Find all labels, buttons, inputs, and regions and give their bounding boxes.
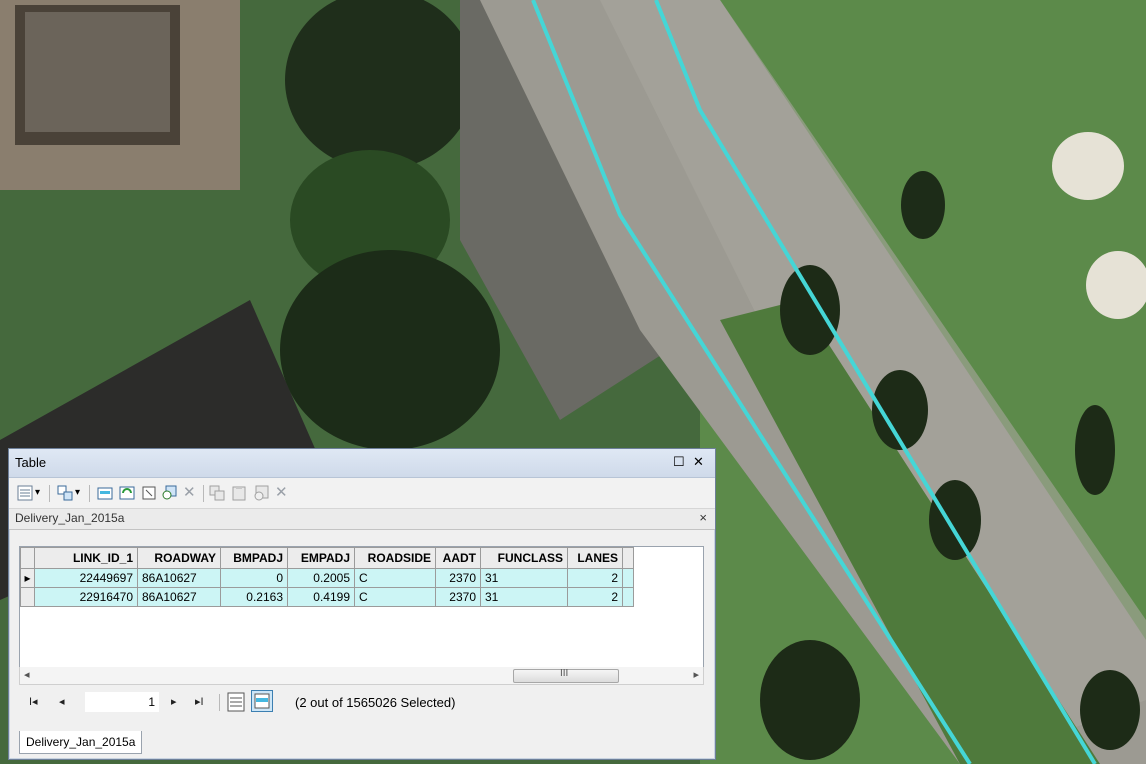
table-cell[interactable]: C xyxy=(354,568,436,588)
previous-record-icon[interactable]: ◂ xyxy=(59,695,65,708)
next-record-icon[interactable]: ▸ xyxy=(171,695,177,708)
select-by-attributes-icon[interactable] xyxy=(97,485,113,501)
attribute-table: LINK_ID_1 ROADWAY BMPADJ EMPADJ ROADSIDE… xyxy=(20,547,634,607)
paste-icon[interactable] xyxy=(231,485,247,501)
attribute-grid[interactable]: LINK_ID_1 ROADWAY BMPADJ EMPADJ ROADSIDE… xyxy=(19,546,704,669)
selection-status: (2 out of 1565026 Selected) xyxy=(295,695,456,710)
table-cell[interactable]: 0.2005 xyxy=(287,568,355,588)
table-cell[interactable] xyxy=(622,568,634,588)
copy-selected-icon[interactable] xyxy=(209,485,225,501)
table-cell[interactable]: 0.4199 xyxy=(287,587,355,607)
column-header[interactable]: BMPADJ xyxy=(220,547,288,569)
table-cell[interactable]: 86A10627 xyxy=(137,587,221,607)
table-cell[interactable]: 2 xyxy=(567,568,623,588)
title-bar[interactable]: Table ☐ ✕ xyxy=(9,449,715,478)
table-row[interactable]: 22916470 86A10627 0.2163 0.4199 C 2370 3… xyxy=(20,587,634,607)
column-header[interactable]: LANES xyxy=(567,547,623,569)
scroll-left-icon[interactable]: ◂ xyxy=(24,668,30,681)
table-tab[interactable]: Delivery_Jan_2015a xyxy=(19,731,143,754)
row-selector[interactable] xyxy=(20,587,35,607)
table-cell[interactable]: 0 xyxy=(220,568,288,588)
table-cell[interactable]: 86A10627 xyxy=(137,568,221,588)
attribute-table-window[interactable]: Table ☐ ✕ ▾ ▾ ✕ ✕ Delivery_Jan_2015a × L… xyxy=(8,448,716,760)
table-cell[interactable]: 22916470 xyxy=(34,587,138,607)
switch-selection-icon[interactable] xyxy=(119,485,135,501)
table-cell[interactable]: 31 xyxy=(480,568,568,588)
column-header[interactable] xyxy=(622,547,634,569)
table-cell[interactable]: C xyxy=(354,587,436,607)
maximize-icon[interactable]: ☐ xyxy=(673,454,685,470)
close-icon[interactable]: × xyxy=(699,510,707,525)
table-toolbar: ▾ ▾ ✕ ✕ xyxy=(9,478,715,509)
column-header[interactable]: ROADSIDE xyxy=(354,547,436,569)
add-field-icon[interactable] xyxy=(253,485,269,501)
current-record-input[interactable]: 1 xyxy=(85,692,159,712)
table-cell[interactable]: 2370 xyxy=(435,587,481,607)
row-selector-header[interactable] xyxy=(20,547,35,569)
first-record-icon[interactable]: I◂ xyxy=(29,695,38,708)
delete-field-icon[interactable]: ✕ xyxy=(275,483,291,501)
show-all-records-icon[interactable] xyxy=(227,692,245,715)
related-tables-icon[interactable] xyxy=(57,485,73,501)
window-title: Table xyxy=(15,455,47,470)
table-cell[interactable]: 2370 xyxy=(435,568,481,588)
header-row: LINK_ID_1 ROADWAY BMPADJ EMPADJ ROADSIDE… xyxy=(20,547,634,569)
close-icon[interactable]: ✕ xyxy=(693,454,704,470)
scrollbar-thumb[interactable]: III xyxy=(513,668,619,683)
zoom-to-selected-icon[interactable] xyxy=(161,485,177,501)
scrollbar-grip: III xyxy=(560,668,569,679)
table-cell[interactable]: 2 xyxy=(567,587,623,607)
table-row[interactable]: ▸ 22449697 86A10627 0 0.2005 C 2370 31 2 xyxy=(20,568,634,588)
last-record-icon[interactable]: ▸I xyxy=(195,695,204,708)
horizontal-scrollbar[interactable]: ◂ III ▸ xyxy=(19,667,704,685)
table-cell[interactable]: 22449697 xyxy=(34,568,138,588)
column-header[interactable]: LINK_ID_1 xyxy=(34,547,138,569)
scroll-right-icon[interactable]: ▸ xyxy=(693,668,699,681)
column-header[interactable]: FUNCLASS xyxy=(480,547,568,569)
column-header[interactable]: ROADWAY xyxy=(137,547,221,569)
column-header[interactable]: EMPADJ xyxy=(287,547,355,569)
table-options-icon[interactable] xyxy=(17,485,33,501)
table-cell[interactable]: 31 xyxy=(480,587,568,607)
clear-selection-icon[interactable] xyxy=(141,485,157,501)
table-cell[interactable]: 0.2163 xyxy=(220,587,288,607)
current-row-marker[interactable]: ▸ xyxy=(20,568,35,588)
show-selected-records-icon[interactable] xyxy=(251,690,273,715)
delete-selected-icon[interactable]: ✕ xyxy=(183,483,199,501)
layer-name: Delivery_Jan_2015a xyxy=(15,511,125,525)
column-header[interactable]: AADT xyxy=(435,547,481,569)
layer-tab-bar: Delivery_Jan_2015a × xyxy=(9,509,715,530)
table-cell[interactable] xyxy=(622,587,634,607)
record-navigation-bar: I◂ ◂ 1 ▸ ▸I (2 out of 1565026 Selected) xyxy=(19,689,702,717)
